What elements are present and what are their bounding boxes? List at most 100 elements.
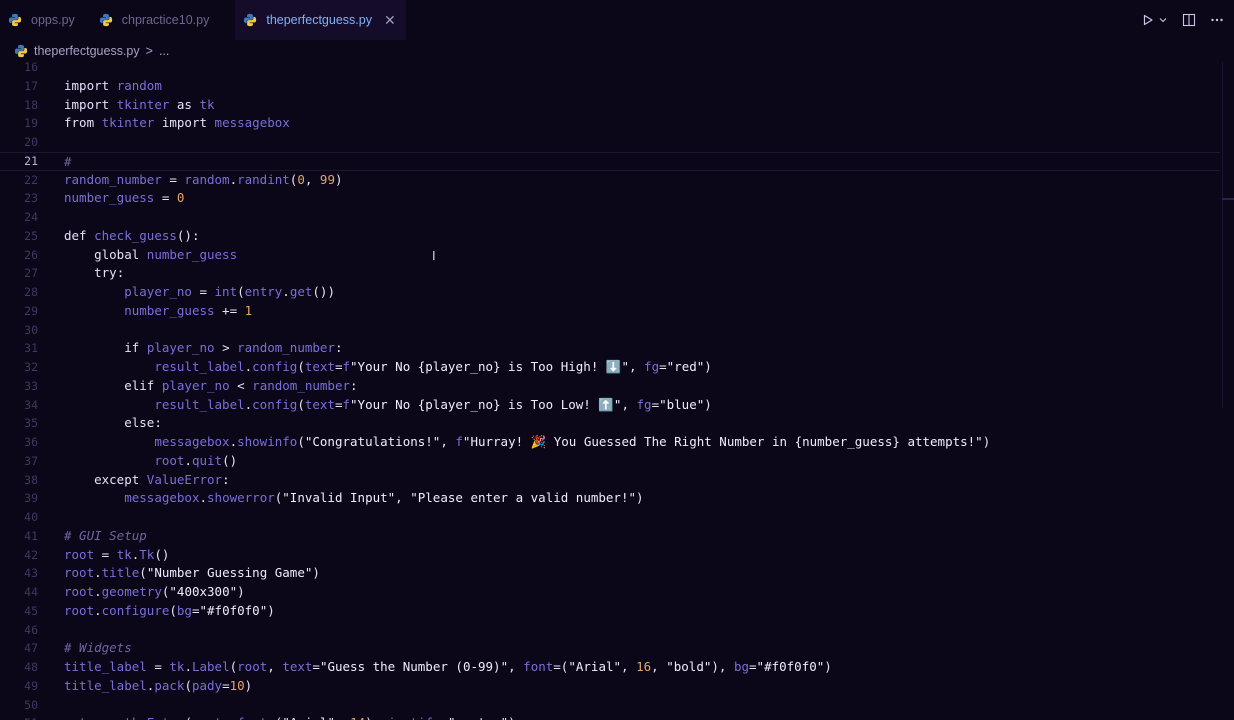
code-line[interactable]: 47 # Widgets <box>0 639 1220 658</box>
code-line[interactable]: 35 else: <box>0 414 1220 433</box>
text-cursor-icon: I <box>432 248 436 263</box>
code-text: entry = tk.Entry(root, font=("Arial", 14… <box>64 714 516 720</box>
code-line[interactable]: 45 root.configure(bg="#f0f0f0") <box>0 602 1220 621</box>
code-line[interactable]: 32 result_label.config(text=f"Your No {p… <box>0 358 1220 377</box>
scrollbar-position-marker <box>1222 198 1234 200</box>
code-line[interactable]: 26 global number_guess <box>0 246 1220 265</box>
chevron-down-icon[interactable] <box>1158 15 1168 25</box>
code-text: random_number = random.randint(0, 99) <box>64 171 343 187</box>
code-line[interactable]: 48 title_label = tk.Label(root, text="Gue… <box>0 658 1220 677</box>
code-line[interactable]: 37 root.quit() <box>0 452 1220 471</box>
line-number: 51 <box>0 714 38 720</box>
code-line[interactable]: 36 messagebox.showinfo("Congratulations!… <box>0 433 1220 452</box>
code-line[interactable]: 38 except ValueError: <box>0 471 1220 490</box>
code-line[interactable]: 39 messagebox.showerror("Invalid Input",… <box>0 489 1220 508</box>
more-icon <box>1211 18 1223 22</box>
code-text: title_label = tk.Label(root, text="Guess… <box>64 659 832 674</box>
code-text: messagebox.showerror("Invalid Input", "P… <box>124 490 644 506</box>
code-text: import random <box>64 77 162 93</box>
code-line[interactable]: 17 import random <box>0 77 1220 96</box>
line-number: 45 <box>24 603 38 618</box>
line-number: 48 <box>24 660 38 674</box>
line-number: 33 <box>24 378 38 393</box>
code-line[interactable]: 41 # GUI Setup <box>0 527 1220 546</box>
code-line[interactable]: 50 <box>0 696 1220 715</box>
line-number: 23 <box>24 191 38 206</box>
close-icon[interactable]: ✕ <box>384 13 396 27</box>
breadcrumb-file[interactable]: theperfectguess.py <box>34 44 140 58</box>
code-line[interactable]: 44 root.geometry("400x300") <box>0 583 1220 602</box>
code-text: elif player_no < random_number: <box>124 377 358 393</box>
code-text: result_label.config(text=f"Your No {play… <box>154 359 712 374</box>
line-number: 27 <box>24 266 38 281</box>
code-line[interactable]: 18 import tkinter as tk <box>0 96 1220 115</box>
code-line[interactable]: 46 <box>0 621 1220 640</box>
code-line[interactable]: 20 <box>0 133 1220 152</box>
code-line[interactable]: 31 if player_no > random_number: <box>0 339 1220 358</box>
code-line[interactable]: 30 <box>0 321 1220 340</box>
code-text: # GUI Setup <box>64 527 147 543</box>
code-editor[interactable]: 16 17 import random 18 import tkinter as tk 1… <box>0 62 1234 720</box>
line-number: 49 <box>24 678 38 693</box>
line-number: 22 <box>24 172 38 187</box>
split-editor-button[interactable] <box>1182 13 1196 27</box>
code-line[interactable]: 27 try: <box>0 264 1220 283</box>
line-number: 31 <box>24 341 38 356</box>
code-text: player_no = int(entry.get()) <box>124 284 335 299</box>
code-line[interactable]: 51 entry = tk.Entry(root, font=("Arial", … <box>0 714 1220 720</box>
code-line[interactable]: 42 root = tk.Tk() <box>0 546 1220 565</box>
split-editor-icon <box>1182 13 1196 27</box>
line-number: 35 <box>24 416 38 431</box>
code-text: # Widgets <box>64 640 132 656</box>
code-text: number_guess += 1 <box>124 302 253 318</box>
code-line[interactable]: 28 player_no = int(entry.get()) <box>0 283 1220 302</box>
code-text: root = tk.Tk() <box>64 546 170 562</box>
code-line[interactable]: 22 random_number = random.randint(0, 99) <box>0 171 1220 190</box>
code-line[interactable]: 19 from tkinter import messagebox <box>0 114 1220 133</box>
code-text: root.quit() <box>154 452 238 468</box>
line-number: 42 <box>24 547 38 562</box>
code-text: root.geometry("400x300") <box>64 584 245 599</box>
line-number: 43 <box>24 566 38 581</box>
code-line[interactable]: 40 <box>0 508 1220 527</box>
python-file-icon <box>8 13 22 27</box>
line-number: 18 <box>24 97 38 112</box>
line-number: 25 <box>24 228 38 243</box>
line-number: 41 <box>24 528 38 543</box>
code-text: messagebox.showinfo("Congratulations!", … <box>154 434 991 449</box>
vscode-window: opps.py chpractice10.py theperfectguess.… <box>0 0 1234 720</box>
line-number: 47 <box>24 641 38 656</box>
line-number: 29 <box>24 303 38 318</box>
code-line[interactable]: 43 root.title("Number Guessing Game") <box>0 564 1220 583</box>
line-number: 16 <box>24 62 38 74</box>
code-text: title_label.pack(pady=10) <box>64 677 253 693</box>
tab-theperfectguess[interactable]: theperfectguess.py ✕ <box>235 0 406 40</box>
code-text: result_label.config(text=f"Your No {play… <box>154 396 712 412</box>
code-line[interactable]: 24 <box>0 208 1220 227</box>
code-line[interactable]: 23 number_guess = 0 <box>0 189 1220 208</box>
breadcrumb: theperfectguess.py > ... <box>0 40 1234 62</box>
editor-scrollbar[interactable] <box>1222 62 1234 408</box>
line-number: 38 <box>24 472 38 487</box>
code-text: except ValueError: <box>94 471 230 487</box>
tab-chpractice10[interactable]: chpractice10.py <box>91 0 222 40</box>
code-line[interactable]: 21 # <box>0 151 1220 171</box>
line-number: 26 <box>24 247 38 262</box>
line-number: 20 <box>24 135 38 149</box>
code-line[interactable]: 33 elif player_no < random_number: <box>0 377 1220 396</box>
code-text: def check_guess(): <box>64 227 200 243</box>
more-actions-button[interactable] <box>1210 13 1224 27</box>
python-file-icon <box>99 13 112 27</box>
code-line[interactable]: 34 result_label.config(text=f"Your No {p… <box>0 396 1220 415</box>
code-line[interactable]: 16 <box>0 62 1220 77</box>
code-text: try: <box>94 265 125 281</box>
code-line[interactable]: 25 def check_guess(): <box>0 227 1220 246</box>
tab-opps[interactable]: opps.py <box>0 0 87 40</box>
breadcrumb-more[interactable]: ... <box>159 44 169 58</box>
code-text: import tkinter as tk <box>64 96 215 112</box>
run-button[interactable] <box>1142 14 1168 26</box>
code-line[interactable]: 29 number_guess += 1 <box>0 302 1220 321</box>
code-line[interactable]: 49 title_label.pack(pady=10) <box>0 677 1220 696</box>
editor-tab-bar: opps.py chpractice10.py theperfectguess.… <box>0 0 1234 40</box>
code-text: else: <box>124 415 162 431</box>
